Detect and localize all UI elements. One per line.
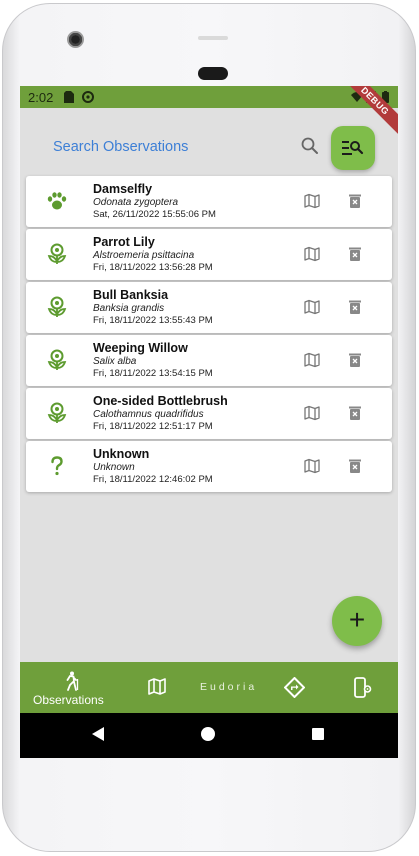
observation-name: Damselfly [93, 182, 153, 196]
search-icon[interactable] [300, 136, 320, 156]
observation-date: Fri, 18/11/2022 13:54:15 PM [93, 368, 213, 379]
delete-icon[interactable] [348, 193, 362, 209]
delete-icon[interactable] [348, 458, 362, 474]
observation-date: Fri, 18/11/2022 13:55:43 PM [93, 315, 213, 326]
observation-scientific-name: Salix alba [93, 356, 137, 367]
map-icon[interactable] [304, 193, 320, 209]
delete-icon[interactable] [348, 246, 362, 262]
flower-icon [47, 402, 67, 423]
paw-icon [47, 192, 67, 210]
observation-scientific-name: Calothamnus quadrifidus [93, 409, 204, 420]
add-observation-button[interactable]: + [332, 596, 382, 646]
observation-date: Fri, 18/11/2022 13:56:28 PM [93, 262, 213, 273]
observation-card[interactable]: One-sided Bottlebrush Calothamnus quadri… [26, 388, 392, 439]
hiking-icon [66, 671, 79, 691]
observation-scientific-name: Alstroemeria psittacina [93, 250, 195, 261]
observation-scientific-name: Unknown [93, 462, 135, 473]
observation-name: Unknown [93, 447, 150, 461]
question-icon [51, 456, 63, 476]
sensor-slot [198, 36, 228, 40]
observation-name: One-sided Bottlebrush [93, 394, 228, 408]
bottom-navigation: Observations Eudoria [20, 662, 398, 713]
nav-map[interactable] [144, 662, 170, 713]
map-icon [148, 678, 166, 695]
map-icon[interactable] [304, 405, 320, 421]
nav-directory[interactable] [280, 662, 310, 713]
data-saver-icon [82, 91, 94, 103]
status-time: 2:02 [28, 90, 54, 105]
phone-settings-icon [354, 677, 372, 698]
map-icon[interactable] [304, 299, 320, 315]
observation-name: Parrot Lily [93, 235, 155, 249]
observation-name: Bull Banksia [93, 288, 169, 302]
manage-search-icon [342, 141, 364, 155]
recent-apps-icon[interactable] [312, 728, 324, 740]
nav-device-settings[interactable] [348, 662, 378, 713]
app-screen: 2:02 DEBUG Search Observations Damselfly… [20, 86, 398, 758]
map-icon[interactable] [304, 458, 320, 474]
front-camera [67, 31, 84, 48]
observation-name: Weeping Willow [93, 341, 188, 355]
status-bar: 2:02 DEBUG [20, 86, 398, 138]
delete-icon[interactable] [348, 299, 362, 315]
observation-scientific-name: Odonata zygoptera [93, 197, 179, 208]
observation-date: Fri, 18/11/2022 12:51:17 PM [93, 421, 213, 432]
observation-card[interactable]: Parrot Lily Alstroemeria psittacina Fri,… [26, 229, 392, 280]
app-brand: Eudoria [200, 681, 258, 693]
delete-icon[interactable] [348, 352, 362, 368]
observation-date: Fri, 18/11/2022 12:46:02 PM [93, 474, 213, 485]
directions-icon [284, 677, 305, 698]
search-bar: Search Observations [20, 124, 398, 170]
observation-card[interactable]: Damselfly Odonata zygoptera Sat, 26/11/2… [26, 176, 392, 227]
nav-observations[interactable]: Observations [30, 662, 112, 713]
delete-icon[interactable] [348, 405, 362, 421]
sim-card-icon [64, 91, 74, 103]
observation-card[interactable]: Bull Banksia Banksia grandis Fri, 18/11/… [26, 282, 392, 333]
earpiece-speaker [198, 67, 228, 80]
system-navigation-bar [20, 713, 398, 758]
nav-observations-label: Observations [33, 693, 104, 707]
home-icon[interactable] [201, 727, 215, 741]
flower-icon [47, 243, 67, 264]
observation-scientific-name: Banksia grandis [93, 303, 165, 314]
filter-search-button[interactable] [331, 126, 375, 170]
flower-icon [47, 349, 67, 370]
flower-icon [47, 296, 67, 317]
observation-card[interactable]: Unknown Unknown Fri, 18/11/2022 12:46:02… [26, 441, 392, 492]
search-input[interactable]: Search Observations [53, 139, 188, 155]
map-icon[interactable] [304, 352, 320, 368]
map-icon[interactable] [304, 246, 320, 262]
observation-date: Sat, 26/11/2022 15:55:06 PM [93, 209, 216, 220]
observation-card[interactable]: Weeping Willow Salix alba Fri, 18/11/202… [26, 335, 392, 386]
back-icon[interactable] [91, 726, 105, 742]
